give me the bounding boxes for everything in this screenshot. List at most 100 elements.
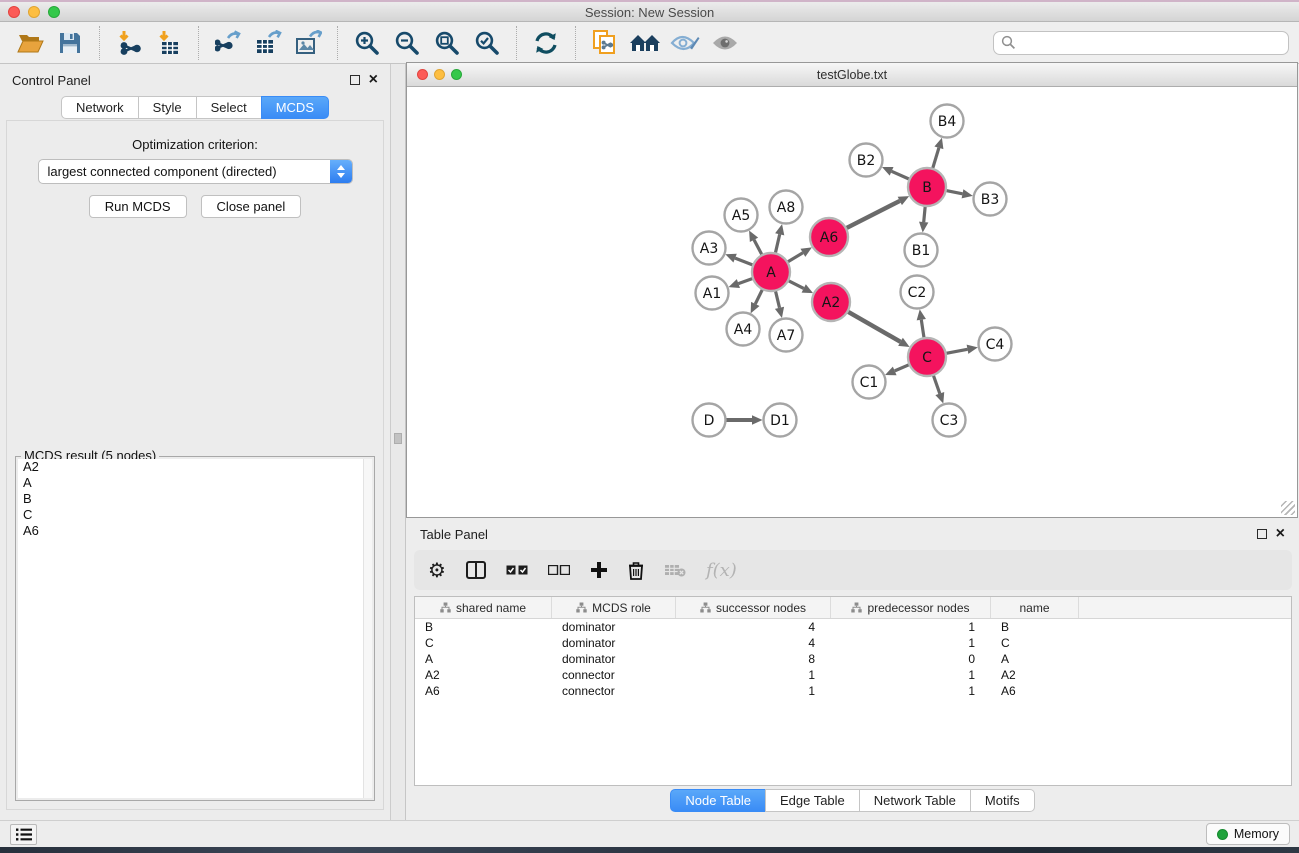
graph-node-B2[interactable]: B2 bbox=[850, 144, 883, 177]
graph-edge-C-C3[interactable] bbox=[933, 375, 939, 393]
column-header-MCDS-role[interactable]: MCDS role bbox=[552, 597, 676, 618]
zoom-in-icon[interactable] bbox=[351, 27, 383, 59]
result-item[interactable]: C bbox=[18, 507, 372, 523]
graph-edge-A-A7[interactable] bbox=[776, 291, 780, 308]
tab-network[interactable]: Network bbox=[61, 96, 139, 119]
hide-selected-icon[interactable] bbox=[669, 27, 701, 59]
graph-edge-B-B4[interactable] bbox=[933, 148, 939, 169]
graph-node-B[interactable]: B bbox=[908, 168, 946, 206]
split-panel-icon[interactable] bbox=[466, 561, 486, 579]
run-mcds-button[interactable]: Run MCDS bbox=[89, 195, 187, 218]
add-row-icon[interactable] bbox=[590, 561, 608, 579]
graph-edge-B-B3[interactable] bbox=[946, 191, 962, 194]
graph-edge-A-A8[interactable] bbox=[775, 234, 779, 253]
graph-node-A7[interactable]: A7 bbox=[770, 319, 803, 352]
network-graph[interactable]: B4 B2 B B3 A8 A5 A6 A3 B1 A C2 A1 A2 A4 A7 C4 C C1 C3 D D1 bbox=[407, 88, 1297, 518]
graph-node-B1[interactable]: B1 bbox=[905, 234, 938, 267]
float-table-panel-icon[interactable] bbox=[1257, 529, 1267, 539]
memory-button[interactable]: Memory bbox=[1206, 823, 1290, 845]
close-panel-icon[interactable]: × bbox=[369, 75, 378, 85]
new-network-from-selection-icon[interactable] bbox=[589, 27, 621, 59]
column-header-shared-name[interactable]: shared name bbox=[415, 597, 552, 618]
task-history-button[interactable] bbox=[10, 824, 37, 845]
open-file-icon[interactable] bbox=[14, 27, 46, 59]
tab-select[interactable]: Select bbox=[196, 96, 262, 119]
mcds-result-list[interactable]: A2ABCA6 bbox=[18, 459, 372, 798]
vertical-splitter[interactable] bbox=[391, 64, 406, 820]
float-panel-icon[interactable] bbox=[350, 75, 360, 85]
graph-edge-A-A1[interactable] bbox=[738, 279, 752, 284]
tab-node-table[interactable]: Node Table bbox=[670, 789, 766, 812]
graph-node-C2[interactable]: C2 bbox=[901, 276, 934, 309]
resize-grip-icon[interactable] bbox=[1281, 501, 1295, 515]
tab-mcds[interactable]: MCDS bbox=[261, 96, 329, 119]
result-item[interactable]: A bbox=[18, 475, 372, 491]
graph-edge-B-B2[interactable] bbox=[892, 171, 910, 179]
graph-edge-C-C1[interactable] bbox=[895, 365, 909, 371]
graph-node-A5[interactable]: A5 bbox=[725, 199, 758, 232]
graph-node-A2[interactable]: A2 bbox=[812, 283, 850, 321]
graph-edge-A-A6[interactable] bbox=[788, 253, 803, 262]
network-window-titlebar[interactable]: testGlobe.txt bbox=[407, 63, 1297, 87]
export-network-icon[interactable] bbox=[212, 27, 244, 59]
tab-style[interactable]: Style bbox=[138, 96, 197, 119]
graph-node-A3[interactable]: A3 bbox=[693, 232, 726, 265]
unselect-all-columns-icon[interactable] bbox=[548, 565, 570, 575]
graph-node-A1[interactable]: A1 bbox=[696, 277, 729, 310]
graph-node-B3[interactable]: B3 bbox=[974, 183, 1007, 216]
graph-edge-A-A2[interactable] bbox=[788, 281, 803, 289]
graph-node-C1[interactable]: C1 bbox=[853, 366, 886, 399]
graph-node-A4[interactable]: A4 bbox=[727, 313, 760, 346]
table-settings-icon[interactable]: ⚙ bbox=[428, 560, 446, 580]
show-all-icon[interactable] bbox=[709, 27, 741, 59]
tab-edge-table[interactable]: Edge Table bbox=[765, 789, 860, 812]
table-row[interactable]: Adominator80A bbox=[415, 651, 1291, 667]
tab-network-table[interactable]: Network Table bbox=[859, 789, 971, 812]
graph-edge-C-C2[interactable] bbox=[921, 320, 924, 338]
close-table-panel-icon[interactable]: × bbox=[1276, 529, 1285, 539]
splitter-handle[interactable] bbox=[394, 433, 402, 444]
graph-edge-A-A3[interactable] bbox=[735, 258, 753, 265]
graph-node-C3[interactable]: C3 bbox=[933, 404, 966, 437]
result-item[interactable]: A2 bbox=[18, 459, 372, 475]
import-table-icon[interactable] bbox=[153, 27, 185, 59]
column-header-name[interactable]: name bbox=[991, 597, 1079, 618]
tab-motifs[interactable]: Motifs bbox=[970, 789, 1035, 812]
export-table-icon[interactable] bbox=[252, 27, 284, 59]
graph-edge-A2-C[interactable] bbox=[848, 312, 901, 342]
result-item[interactable]: A6 bbox=[18, 523, 372, 539]
graph-edge-A-A4[interactable] bbox=[755, 290, 762, 304]
import-network-icon[interactable] bbox=[113, 27, 145, 59]
graph-edge-B-B1[interactable] bbox=[924, 206, 926, 222]
column-header-successor-nodes[interactable]: successor nodes bbox=[676, 597, 831, 618]
graph-node-D[interactable]: D bbox=[693, 404, 726, 437]
table-row[interactable]: A6connector11A6 bbox=[415, 683, 1291, 699]
graph-node-D1[interactable]: D1 bbox=[764, 404, 797, 437]
graph-edge-A-A5[interactable] bbox=[754, 240, 762, 255]
table-row[interactable]: Bdominator41B bbox=[415, 619, 1291, 635]
save-session-icon[interactable] bbox=[54, 27, 86, 59]
criterion-select[interactable]: largest connected component (directed) bbox=[38, 159, 353, 184]
graph-node-B4[interactable]: B4 bbox=[931, 105, 964, 138]
refresh-icon[interactable] bbox=[530, 27, 562, 59]
result-scrollbar[interactable] bbox=[363, 459, 372, 798]
zoom-selected-icon[interactable] bbox=[471, 27, 503, 59]
search-input[interactable] bbox=[993, 31, 1289, 55]
zoom-fit-icon[interactable] bbox=[431, 27, 463, 59]
delete-row-icon[interactable] bbox=[628, 561, 644, 580]
graph-edge-C-C4[interactable] bbox=[946, 349, 967, 353]
graph-edge-A6-B[interactable] bbox=[846, 201, 899, 228]
export-image-icon[interactable] bbox=[292, 27, 324, 59]
close-panel-button[interactable]: Close panel bbox=[201, 195, 302, 218]
graph-node-A8[interactable]: A8 bbox=[770, 191, 803, 224]
column-header-predecessor-nodes[interactable]: predecessor nodes bbox=[831, 597, 991, 618]
table-row[interactable]: A2connector11A2 bbox=[415, 667, 1291, 683]
zoom-out-icon[interactable] bbox=[391, 27, 423, 59]
graph-node-C[interactable]: C bbox=[908, 338, 946, 376]
network-canvas[interactable]: B4 B2 B B3 A8 A5 A6 A3 B1 A C2 A1 A2 A4 A7 C4 C C1 C3 D D1 bbox=[407, 88, 1297, 517]
graph-node-A[interactable]: A bbox=[752, 253, 790, 291]
table-row[interactable]: Cdominator41C bbox=[415, 635, 1291, 651]
result-item[interactable]: B bbox=[18, 491, 372, 507]
graph-node-C4[interactable]: C4 bbox=[979, 328, 1012, 361]
graph-node-A6[interactable]: A6 bbox=[810, 218, 848, 256]
